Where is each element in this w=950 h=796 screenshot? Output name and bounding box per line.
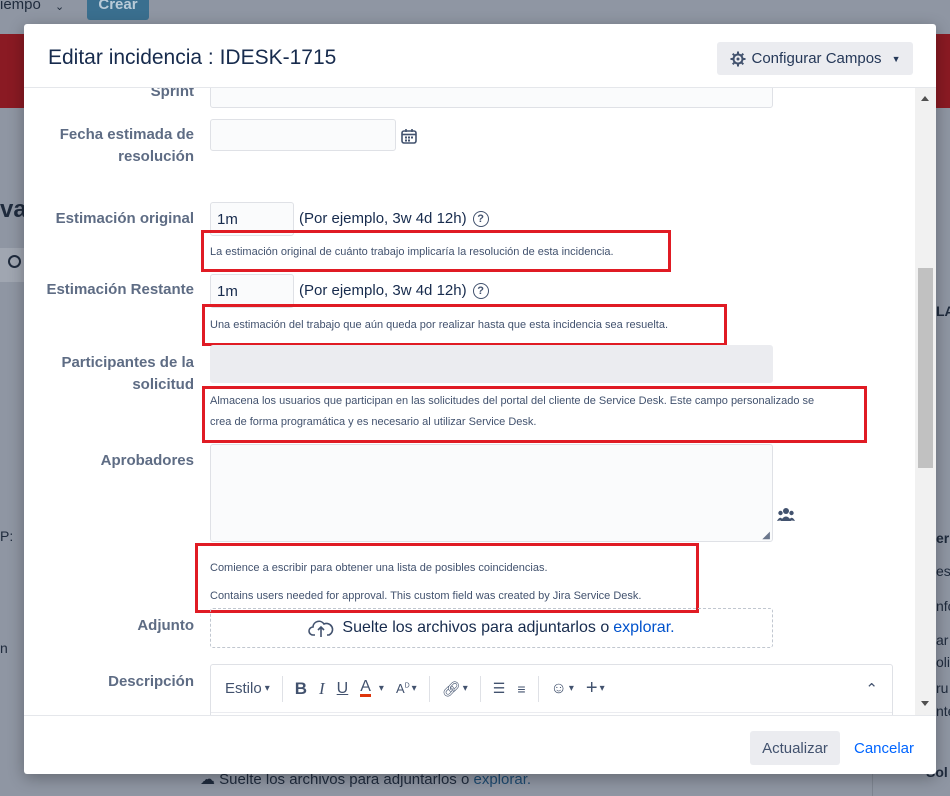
attachment-label: Adjunto	[137, 617, 194, 634]
original-estimate-hint: (Por ejemplo, 3w 4d 12h) ?	[299, 210, 489, 227]
gear-icon	[730, 51, 745, 66]
approvers-description-line2: Contains users needed for approval. This…	[210, 590, 642, 602]
modal-footer: Actualizar Cancelar	[24, 715, 936, 774]
due-date-label: Fecha estimada de resolución	[24, 124, 194, 168]
configure-fields-label: Configurar Campos	[751, 50, 882, 67]
help-icon[interactable]: ?	[472, 282, 489, 299]
scrollbar-thumb[interactable]	[918, 268, 933, 468]
approvers-label: Aprobadores	[100, 452, 194, 469]
modal-header: Editar incidencia : IDESK-1715 Configura…	[24, 24, 936, 88]
request-participants-label: Participantes de la solicitud	[24, 352, 194, 396]
modal-title: Editar incidencia : IDESK-1715	[48, 46, 337, 69]
update-button[interactable]: Actualizar	[750, 731, 840, 765]
description-editor: Estilo ▾ B I U A ▾ AD ▾ 🔗︎ ▾ ☰ ≡ ☺ ▾ + ▾…	[210, 664, 893, 715]
request-participants-input[interactable]	[210, 345, 773, 383]
modal-body: Sprint Fecha estimada de resolución Esti…	[24, 88, 936, 715]
original-estimate-label: Estimación original	[55, 210, 194, 227]
link-button[interactable]: 🔗︎ ▾	[436, 673, 474, 705]
calendar-icon[interactable]	[401, 128, 417, 144]
background-fragment: es	[936, 563, 950, 579]
background-fragment: nte	[936, 703, 950, 719]
help-icon[interactable]: ?	[472, 210, 489, 227]
cloud-upload-icon	[308, 620, 334, 637]
remaining-estimate-description: Una estimación del trabajo que aún queda…	[210, 319, 669, 331]
browse-link[interactable]: explorar.	[613, 619, 674, 637]
text-color-button[interactable]: A ▾	[354, 673, 390, 705]
insert-button[interactable]: + ▾	[580, 673, 611, 705]
emoji-icon: ☺	[550, 679, 567, 697]
caret-down-icon: ▼	[891, 53, 901, 64]
emoji-button[interactable]: ☺ ▾	[545, 673, 580, 705]
toolbar-divider	[537, 675, 539, 702]
more-formatting-icon: AD	[395, 681, 410, 696]
background-fragment: P:	[0, 528, 14, 544]
bold-icon[interactable]: B	[289, 673, 313, 705]
background-fragment: n	[0, 640, 8, 656]
more-formatting-button[interactable]: AD ▾	[390, 673, 423, 705]
text-style-dropdown[interactable]: Estilo ▾	[219, 673, 276, 705]
text-color-icon: A	[360, 678, 371, 697]
bullet-list-icon[interactable]: ☰	[487, 673, 512, 705]
request-participants-label-line1: Participantes de la	[61, 354, 194, 371]
sprint-input[interactable]	[210, 88, 773, 108]
approvers-description-line1: Comience a escribir para obtener una lis…	[210, 562, 548, 574]
link-icon: 🔗︎	[441, 680, 461, 698]
scroll-up-icon[interactable]	[921, 96, 929, 101]
background-fragment: er	[936, 530, 950, 546]
remaining-estimate-hint: (Por ejemplo, 3w 4d 12h) ?	[299, 282, 489, 299]
background-chevron-down-icon: ⌄	[55, 1, 65, 13]
description-label: Descripción	[108, 673, 194, 690]
editor-toolbar: Estilo ▾ B I U A ▾ AD ▾ 🔗︎ ▾ ☰ ≡ ☺ ▾ + ▾…	[211, 665, 892, 713]
sprint-label: Sprint	[150, 88, 194, 100]
request-participants-description: Almacena los usuarios que participan en …	[210, 391, 814, 433]
background-create-button: Crear	[87, 0, 149, 20]
due-date-input[interactable]	[210, 119, 396, 151]
chevron-down-icon: ▾	[411, 683, 417, 694]
chevron-down-icon: ▾	[264, 683, 270, 694]
remaining-estimate-input[interactable]: 1m	[210, 274, 294, 308]
background-fragment: ru	[936, 680, 949, 696]
user-picker-icon[interactable]	[777, 506, 795, 522]
background-fragment: oli	[936, 654, 950, 670]
background-search-icon	[8, 255, 21, 268]
attachment-dropzone[interactable]: Suelte los archivos para adjuntarlos o e…	[210, 608, 773, 648]
request-participants-description-line2: crea de forma programática y es necesari…	[210, 416, 537, 428]
edit-issue-modal: Editar incidencia : IDESK-1715 Configura…	[24, 24, 936, 774]
due-date-label-line2: resolución	[118, 148, 194, 165]
plus-icon: +	[585, 677, 598, 699]
remaining-estimate-label: Estimación Restante	[46, 281, 194, 298]
toolbar-divider	[281, 675, 283, 702]
original-estimate-description: La estimación original de cuánto trabajo…	[210, 246, 614, 258]
approvers-textarea[interactable]: ◢	[210, 444, 773, 542]
text-style-label: Estilo	[225, 680, 262, 697]
configure-fields-button[interactable]: Configurar Campos ▼	[717, 42, 913, 75]
toolbar-divider	[479, 675, 481, 702]
due-date-label-line1: Fecha estimada de	[59, 126, 194, 143]
resize-handle-icon[interactable]: ◢	[762, 530, 770, 541]
background-fragment: nfo	[936, 598, 950, 614]
approvers-description: Comience a escribir para obtener una lis…	[210, 554, 641, 610]
background-fragment: ar	[936, 632, 949, 648]
original-estimate-hint-text: (Por ejemplo, 3w 4d 12h)	[299, 210, 467, 227]
italic-icon[interactable]: I	[313, 673, 331, 705]
background-search-box	[0, 248, 24, 282]
background-tiempo-menu: iempo	[0, 0, 41, 13]
request-participants-label-line2: solicitud	[132, 376, 194, 393]
cancel-button[interactable]: Cancelar	[852, 731, 916, 765]
numbered-list-icon[interactable]: ≡	[511, 673, 531, 705]
attachment-dropzone-text: Suelte los archivos para adjuntarlos o	[342, 619, 610, 636]
toolbar-divider	[428, 675, 430, 702]
remaining-estimate-hint-text: (Por ejemplo, 3w 4d 12h)	[299, 282, 467, 299]
request-participants-description-line1: Almacena los usuarios que participan en …	[210, 395, 815, 407]
chevron-down-icon: ▾	[378, 683, 384, 694]
collapse-toolbar-icon[interactable]: ⌃	[859, 673, 884, 705]
underline-icon[interactable]: U	[331, 673, 355, 705]
scroll-down-icon[interactable]	[921, 701, 929, 706]
background-fragment: LA	[936, 303, 950, 319]
chevron-down-icon: ▾	[568, 683, 574, 694]
chevron-down-icon: ▾	[462, 683, 468, 694]
chevron-down-icon: ▾	[599, 683, 605, 694]
modal-scrollbar[interactable]	[915, 88, 936, 715]
